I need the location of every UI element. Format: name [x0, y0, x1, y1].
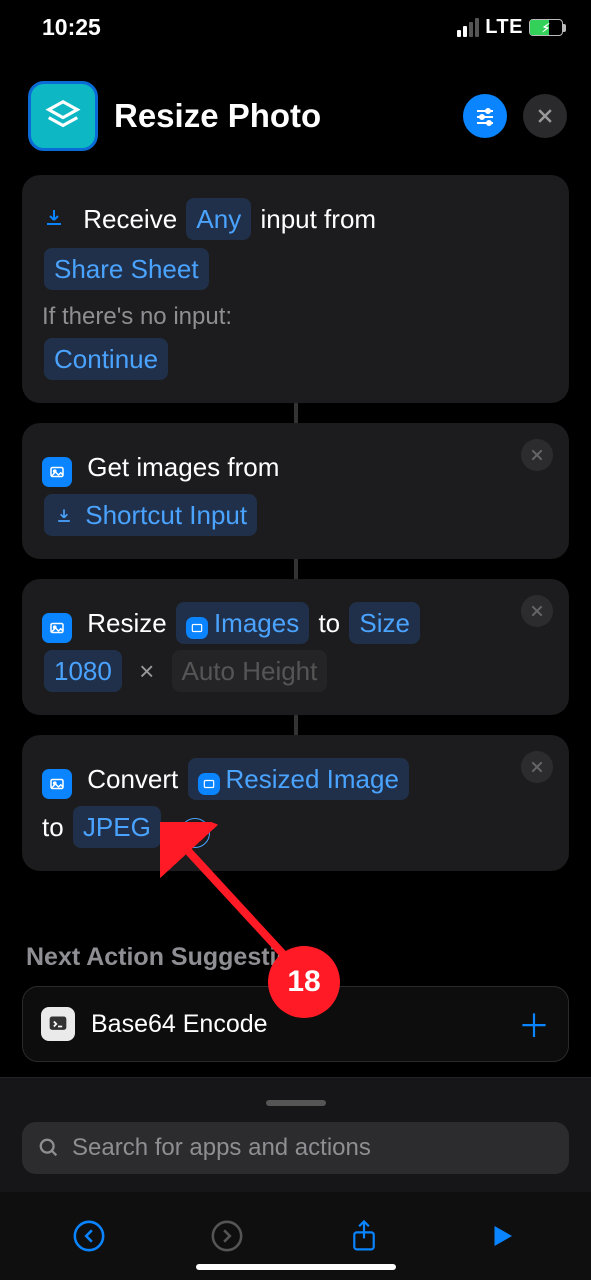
redo-button[interactable]	[205, 1214, 249, 1258]
resize-times: ×	[139, 647, 154, 695]
home-indicator[interactable]	[196, 1264, 396, 1270]
battery-icon: ⚡︎	[529, 19, 563, 36]
close-button[interactable]	[523, 94, 567, 138]
settings-button[interactable]	[463, 94, 507, 138]
share-button[interactable]	[342, 1214, 386, 1258]
run-button[interactable]	[480, 1214, 524, 1258]
convert-action[interactable]: Convert Resized Image to JPEG	[22, 735, 569, 871]
receive-type-token[interactable]: Any	[186, 198, 251, 240]
play-icon	[487, 1221, 517, 1251]
annotation-number: 18	[287, 965, 320, 999]
network-label: LTE	[485, 16, 523, 39]
resize-images-label: Images	[214, 608, 299, 638]
signal-icon	[457, 18, 479, 37]
shortcut-input-token[interactable]: Shortcut Input	[44, 494, 257, 536]
convert-format-token[interactable]: JPEG	[73, 806, 161, 848]
resize-width-token[interactable]: 1080	[44, 650, 122, 692]
photos-icon	[42, 769, 72, 799]
close-icon	[535, 106, 555, 126]
status-right: LTE ⚡︎	[457, 16, 563, 39]
connector	[294, 559, 298, 579]
receive-source-token[interactable]: Share Sheet	[44, 248, 209, 290]
shortcut-input-label: Shortcut Input	[85, 500, 247, 530]
receive-label: Receive	[83, 195, 177, 243]
connector	[294, 715, 298, 735]
photos-icon	[42, 613, 72, 643]
input-icon	[54, 500, 81, 530]
shortcut-header: Resize Photo	[0, 47, 591, 175]
search-panel: Search for apps and actions	[0, 1077, 591, 1192]
status-time: 10:25	[42, 14, 101, 41]
undo-button[interactable]	[67, 1214, 111, 1258]
get-images-label: Get images from	[87, 443, 279, 491]
sliders-icon	[473, 104, 497, 128]
no-input-label: If there's no input:	[42, 299, 549, 335]
search-icon	[38, 1137, 60, 1159]
suggestion-label: Base64 Encode	[91, 1010, 268, 1039]
shortcut-app-icon[interactable]	[28, 81, 98, 151]
resize-size-token[interactable]: Size	[349, 602, 420, 644]
photos-icon	[198, 773, 220, 795]
convert-var-label: Resized Image	[226, 764, 399, 794]
download-icon	[42, 197, 66, 245]
share-icon	[349, 1219, 379, 1253]
resize-images-token[interactable]: Images	[176, 602, 309, 644]
no-input-action-token[interactable]: Continue	[44, 338, 168, 380]
delete-action-button[interactable]	[521, 439, 553, 471]
undo-icon	[72, 1219, 106, 1253]
resize-height-token[interactable]: Auto Height	[172, 650, 328, 692]
expand-options-button[interactable]	[180, 818, 210, 848]
get-images-action[interactable]: Get images from Shortcut Input	[22, 423, 569, 559]
resize-to: to	[318, 599, 340, 647]
convert-to: to	[42, 803, 64, 851]
redo-icon	[210, 1219, 244, 1253]
chevron-right-icon	[188, 826, 202, 840]
search-input[interactable]: Search for apps and actions	[22, 1122, 569, 1174]
search-placeholder: Search for apps and actions	[72, 1134, 371, 1162]
convert-label: Convert	[87, 755, 178, 803]
delete-action-button[interactable]	[521, 595, 553, 627]
receive-input-action[interactable]: Receive Any input from Share Sheet If th…	[22, 175, 569, 403]
add-suggestion-button[interactable]: ＋	[518, 1001, 550, 1047]
drag-handle[interactable]	[266, 1100, 326, 1106]
status-bar: 10:25 LTE ⚡︎	[0, 0, 591, 47]
photos-icon	[42, 457, 72, 487]
shortcut-title[interactable]: Resize Photo	[114, 97, 447, 135]
convert-var-token[interactable]: Resized Image	[188, 758, 409, 800]
resize-action[interactable]: Resize Images to Size 1080 × Auto Height	[22, 579, 569, 715]
receive-mid: input from	[260, 195, 376, 243]
delete-action-button[interactable]	[521, 751, 553, 783]
annotation-badge: 18	[268, 946, 340, 1018]
terminal-icon	[41, 1007, 75, 1041]
layers-icon	[44, 97, 82, 135]
photos-icon	[186, 617, 208, 639]
connector	[294, 403, 298, 423]
resize-label: Resize	[87, 599, 166, 647]
